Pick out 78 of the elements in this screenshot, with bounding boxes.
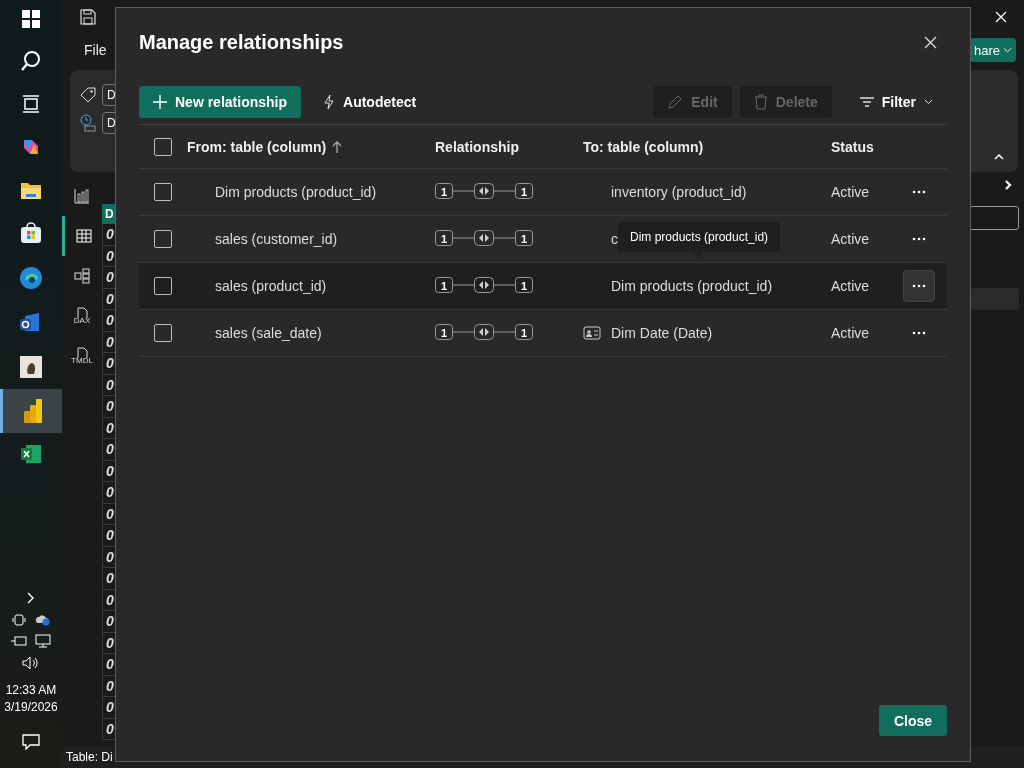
column-header[interactable]: Relationship — [435, 138, 519, 155]
table-cell: Dim Date (Date) — [611, 325, 713, 341]
camera-icon[interactable] — [12, 612, 26, 626]
row-checkbox[interactable] — [154, 230, 172, 248]
cardinality-drawing: 1 1 — [435, 181, 533, 200]
table-cell: sales (customer_id) — [215, 231, 338, 247]
caret-icon — [924, 99, 933, 105]
menu-item[interactable]: File — [84, 42, 107, 58]
browser-icon[interactable] — [19, 266, 43, 290]
save-icon[interactable] — [80, 9, 96, 25]
row-checkbox[interactable] — [154, 277, 172, 295]
table-row[interactable]: sales (sale_date) 1 1 Dim Date (Date) Active — [139, 310, 947, 357]
cloud-icon[interactable] — [34, 612, 50, 626]
share-button[interactable]: hare — [970, 38, 1016, 62]
clock-number-icon — [80, 114, 96, 132]
status-cell: Active — [831, 184, 870, 200]
bar-chart-icon — [74, 188, 90, 204]
ellipsis-icon — [912, 331, 926, 335]
table-icon — [75, 229, 92, 243]
new-relationship-button[interactable]: New relationship — [139, 86, 302, 118]
close-icon[interactable] — [924, 35, 937, 49]
network-icon[interactable] — [35, 634, 51, 648]
task-view-icon[interactable] — [21, 94, 41, 114]
row-checkbox[interactable] — [154, 183, 172, 201]
ellipsis-icon — [912, 190, 926, 194]
collapse-icon[interactable] — [994, 154, 1004, 160]
shopping-bag-icon[interactable] — [20, 222, 42, 244]
status-cell: Active — [831, 278, 870, 294]
model-icon — [74, 268, 90, 284]
ellipsis-icon — [912, 237, 926, 241]
expand-icon[interactable] — [1004, 180, 1014, 190]
cardinality-drawing: 1 1 — [435, 275, 533, 294]
trash-icon — [753, 94, 768, 110]
select-all-checkbox[interactable] — [154, 137, 172, 156]
dialog-title: Manage relationships — [139, 30, 344, 54]
auto-button[interactable]: Autodetect — [309, 86, 431, 118]
close-button[interactable]: Close — [879, 705, 947, 736]
spreadsheet-icon[interactable] — [20, 444, 42, 464]
notification-icon[interactable] — [22, 734, 40, 750]
table-cell: sales (product_id) — [215, 278, 327, 294]
app-icon[interactable] — [20, 356, 42, 378]
status-cell: Active — [831, 325, 870, 341]
ellipsis-icon — [912, 284, 926, 288]
table-cell: Dim products (product_id) — [611, 278, 773, 294]
windows-logo-icon[interactable] — [22, 10, 40, 28]
cardinality-drawing: 1 1 — [435, 228, 533, 247]
column-header[interactable]: To: table (column) — [583, 138, 704, 155]
chevron-icon[interactable] — [27, 592, 35, 604]
view-tab[interactable]: DAX — [62, 296, 102, 336]
search-icon[interactable] — [20, 50, 42, 72]
battery-icon[interactable] — [11, 635, 27, 647]
tag-icon — [80, 87, 96, 103]
table-cell: c — [611, 231, 618, 247]
table-cell: inventory (product_id) — [611, 184, 747, 200]
clock-date[interactable]: 3/19/2026 — [4, 699, 58, 716]
filter-button[interactable]: Filter — [845, 86, 947, 118]
column-header[interactable]: Status — [831, 138, 874, 155]
cardinality-drawing: 1 1 — [435, 322, 533, 341]
tooltip: Dim products (product_id) — [618, 222, 781, 252]
folder-icon[interactable] — [20, 180, 42, 200]
column-header[interactable]: From: table (column) — [187, 138, 327, 155]
pencil-icon — [667, 94, 684, 110]
table-cell: sales (sale_date) — [215, 325, 322, 341]
status-text: Table: Di — [66, 750, 113, 764]
speaker-icon[interactable] — [22, 656, 40, 670]
sort-up-icon[interactable] — [332, 140, 343, 153]
table-row[interactable]: sales (product_id) 1 1 Dim products (product_id) Active — [139, 263, 947, 310]
table-row[interactable]: Dim products (product_id) 1 1 inventory (product_id) Active — [139, 169, 947, 216]
filter-icon — [859, 97, 874, 107]
clock-time[interactable]: 12:33 AM — [5, 682, 57, 699]
status-cell: Active — [831, 231, 870, 247]
row-checkbox[interactable] — [154, 324, 172, 342]
bar-chart-icon[interactable] — [22, 399, 43, 423]
view-tab[interactable]: TMDL — [62, 336, 102, 376]
table-cell: Dim products (product_id) — [215, 184, 377, 200]
caret-icon — [1003, 47, 1012, 53]
lightning-icon — [323, 94, 336, 110]
plus-icon — [153, 95, 167, 109]
